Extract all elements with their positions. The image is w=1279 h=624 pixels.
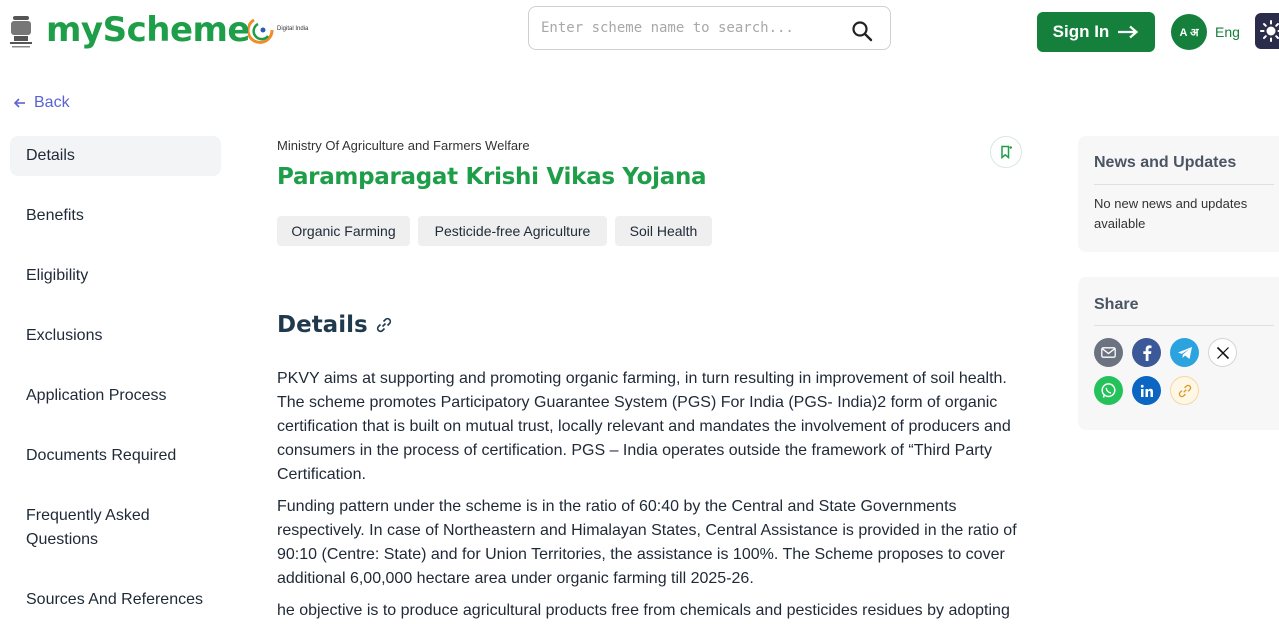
news-updates-text: No new news and updates available: [1094, 196, 1248, 231]
theme-toggle-button[interactable]: [1255, 13, 1279, 49]
share-panel: Share: [1078, 277, 1279, 430]
news-updates-panel: News and Updates No new news and updates…: [1078, 136, 1279, 252]
sidebar-item-sources-and-references[interactable]: Sources And References: [10, 588, 221, 612]
copy-link-icon[interactable]: [1170, 376, 1199, 405]
back-label: Back: [34, 94, 70, 111]
search-box[interactable]: [528, 6, 891, 50]
sidebar-item-application-process[interactable]: Application Process: [10, 384, 221, 408]
telegram-icon[interactable]: [1170, 338, 1199, 367]
national-emblem-icon: [10, 16, 32, 48]
sidebar-item-exclusions[interactable]: Exclusions: [10, 324, 221, 348]
share-title: Share: [1094, 296, 1139, 313]
details-heading: Details: [277, 312, 392, 338]
sidebar-item-documents-required[interactable]: Documents Required: [10, 444, 221, 468]
tag-organic-farming[interactable]: Organic Farming: [277, 216, 410, 246]
brand-scheme-text: Scheme: [102, 10, 251, 50]
language-label[interactable]: Eng: [1215, 24, 1240, 40]
search-input[interactable]: [541, 17, 841, 39]
x-icon[interactable]: [1208, 338, 1237, 367]
scheme-title: Paramparagat Krishi Vikas Yojana: [277, 164, 707, 190]
arrow-right-icon: [1118, 25, 1139, 39]
sign-in-label: Sign In: [1052, 22, 1110, 41]
sidebar-item-benefits[interactable]: Benefits: [10, 204, 221, 228]
sun-icon: [1260, 20, 1279, 42]
sidebar-item-faq[interactable]: Frequently Asked Questions: [10, 504, 170, 552]
search-icon[interactable]: [851, 20, 873, 42]
arrow-left-icon: [14, 98, 25, 108]
details-heading-text: Details: [277, 312, 368, 338]
language-icon[interactable]: A अ: [1171, 14, 1207, 50]
linkedin-icon[interactable]: [1132, 376, 1161, 405]
back-link[interactable]: Back: [14, 94, 70, 112]
news-divider: [1094, 184, 1274, 185]
sidebar-item-eligibility[interactable]: Eligibility: [10, 264, 221, 288]
sign-in-button[interactable]: Sign In: [1037, 12, 1155, 52]
digital-india-text: Digital India: [277, 26, 309, 32]
facebook-icon[interactable]: [1132, 338, 1161, 367]
news-updates-title: News and Updates: [1094, 154, 1237, 171]
bookmark-button[interactable]: [990, 136, 1022, 168]
tag-soil-health[interactable]: Soil Health: [615, 216, 712, 246]
ministry-name: Ministry Of Agriculture and Farmers Welf…: [277, 138, 530, 153]
sidebar-item-details[interactable]: Details: [10, 136, 221, 176]
details-paragraph-3: he objective is to produce agricultural …: [277, 602, 1010, 619]
tag-pesticide-free-agriculture[interactable]: Pesticide-free Agriculture: [418, 216, 607, 246]
email-icon[interactable]: [1094, 338, 1123, 367]
brand-my-text: my: [46, 10, 103, 50]
whatsapp-icon[interactable]: [1094, 376, 1123, 405]
details-paragraph-1: PKVY aims at supporting and promoting or…: [277, 370, 1011, 483]
link-icon[interactable]: [376, 317, 392, 333]
myscheme-logo[interactable]: myScheme: [46, 10, 251, 50]
share-divider: [1094, 325, 1274, 326]
bookmark-icon: [1001, 145, 1012, 159]
header: myScheme Digital India Sign In A अ Eng: [0, 0, 1279, 64]
details-paragraph-2: Funding pattern under the scheme is in t…: [277, 498, 1017, 587]
